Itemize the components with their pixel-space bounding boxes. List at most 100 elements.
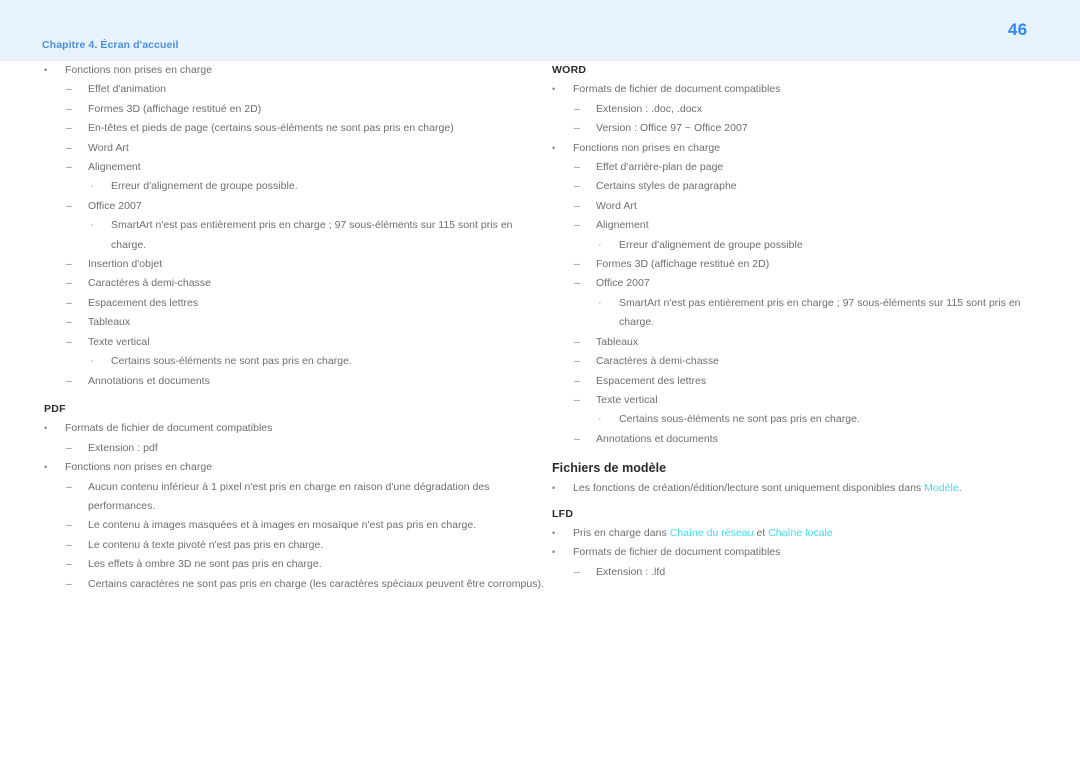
dash-marker: – bbox=[66, 141, 72, 154]
dash-marker: – bbox=[66, 335, 72, 348]
list-item: • Fonctions non prises en charge bbox=[44, 61, 544, 80]
dash-marker: – bbox=[574, 199, 580, 212]
dash-marker: – bbox=[66, 374, 72, 387]
list-item-label: Office 2007 bbox=[88, 199, 142, 212]
list-item-label: Certains caractères ne sont pas pris en … bbox=[88, 577, 544, 590]
list-item: – Texte vertical bbox=[552, 391, 1052, 410]
page-number: 46 bbox=[1008, 20, 1028, 39]
bullet-marker: • bbox=[552, 84, 556, 95]
dash-marker: – bbox=[574, 432, 580, 445]
page-header-band: Chapitre 4. Écran d'accueil 46 bbox=[0, 0, 1080, 61]
list-item-label: Espacement des lettres bbox=[88, 296, 199, 309]
list-item: – Formes 3D (affichage restitué en 2D) bbox=[44, 100, 544, 119]
list-item-label: Effet d'animation bbox=[88, 83, 167, 96]
list-item-label: Les effets à ombre 3D ne sont pas pris e… bbox=[88, 558, 322, 571]
list-item-label: En-têtes et pieds de page (certains sous… bbox=[88, 122, 454, 135]
bullet-marker: • bbox=[44, 423, 48, 434]
lfd-highlight-chaine-du-reseau: Chaîne du réseau bbox=[669, 526, 754, 539]
dash-marker: – bbox=[66, 441, 72, 454]
section-heading-fichiers-de-modele: Fichiers de modèle bbox=[552, 461, 667, 476]
list-item-label: Fonctions non prises en charge bbox=[65, 64, 213, 76]
left-column: • Fonctions non prises en charge – Effet d'… bbox=[44, 61, 544, 594]
dash-marker: – bbox=[66, 161, 72, 174]
list-item: – Le contenu à texte pivoté n'est pas pri… bbox=[44, 536, 544, 555]
list-item: – Espacement des lettres bbox=[44, 294, 544, 313]
page-content: • Fonctions non prises en charge – Effet d'… bbox=[0, 61, 1080, 763]
word-section-list: • Formats de fichier de document compatib… bbox=[552, 80, 1052, 449]
list-item-label: Erreur d'alignement de groupe possible. bbox=[111, 180, 298, 193]
dash-marker: – bbox=[66, 102, 72, 115]
dash-marker: – bbox=[574, 374, 580, 387]
list-item-label: Formats de fichier de document compatibl… bbox=[65, 422, 273, 435]
list-item-label: Fonctions non prises en charge bbox=[573, 141, 721, 154]
template-text-suffix: . bbox=[958, 482, 962, 495]
list-item-label: Le contenu à texte pivoté n'est pas pris… bbox=[88, 538, 324, 551]
list-item: · Erreur d'alignement de groupe possible. bbox=[44, 177, 544, 196]
list-item-label: Formats de fichier de document compatibl… bbox=[573, 83, 781, 96]
list-item: – Effet d'animation bbox=[44, 80, 544, 99]
right-column: WORD • Formats de fichier de document com… bbox=[552, 61, 1052, 582]
section-heading-pdf: PDF bbox=[44, 402, 66, 415]
dash-marker: – bbox=[574, 122, 580, 135]
list-item: · Certains sous-éléments ne sont pas pris… bbox=[552, 410, 1052, 429]
dash-marker: – bbox=[574, 355, 580, 368]
section-heading-lfd: LFD bbox=[552, 507, 574, 520]
list-item-label: Formes 3D (affichage restitué en 2D) bbox=[596, 258, 770, 271]
lfd-extension-label: Extension : .lfd bbox=[596, 565, 666, 578]
list-item-label: Annotations et documents bbox=[596, 432, 718, 445]
dash-marker: – bbox=[66, 480, 72, 493]
list-item: – Le contenu à images masquées et à image… bbox=[44, 516, 544, 535]
list-item: • Formats de fichier de document compatib… bbox=[44, 419, 544, 438]
list-item: – Les effets à ombre 3D ne sont pas pris … bbox=[44, 555, 544, 574]
list-item-label: Erreur d'alignement de groupe possible bbox=[619, 238, 803, 251]
dash-marker: – bbox=[66, 316, 72, 329]
dash-marker: – bbox=[574, 258, 580, 271]
list-item: – En-têtes et pieds de page (certains sou… bbox=[44, 119, 544, 138]
list-item: · Erreur d'alignement de groupe possible bbox=[552, 236, 1052, 255]
list-item: • Formats de fichier de document compati… bbox=[552, 543, 1052, 562]
list-item-label: Texte vertical bbox=[88, 335, 150, 348]
list-item: • Formats de fichier de document compatib… bbox=[552, 80, 1052, 99]
list-item: – Extension : pdf bbox=[44, 439, 544, 458]
pdf-section-list: • Formats de fichier de document compatib… bbox=[44, 419, 544, 594]
section-heading-word: WORD bbox=[552, 64, 587, 76]
list-item-label: Caractères à demi-chasse bbox=[596, 355, 720, 368]
list-item-label: Formes 3D (affichage restitué en 2D) bbox=[88, 102, 262, 115]
list-item-label: Texte vertical bbox=[596, 393, 658, 406]
dash-marker: – bbox=[574, 219, 580, 232]
lfd-supported-text: Pris en charge dans Chaîne du réseau et … bbox=[573, 527, 833, 539]
list-item-label: Alignement bbox=[596, 219, 649, 232]
list-item: • Fonctions non prises en charge bbox=[552, 139, 1052, 158]
list-item: – Office 2007 bbox=[552, 274, 1052, 293]
lfd-supported-prefix: Pris en charge dans bbox=[573, 526, 670, 539]
list-item-label: Annotations et documents bbox=[88, 374, 210, 387]
list-item-label: Caractères à demi-chasse bbox=[88, 277, 212, 290]
list-item-label: Aucun contenu inférieur à 1 pixel n'est … bbox=[88, 480, 490, 512]
list-item: · Certains sous-éléments ne sont pas pris… bbox=[44, 352, 544, 371]
list-item: – Effet d'arrière-plan de page bbox=[552, 158, 1052, 177]
list-item-label: Word Art bbox=[596, 199, 637, 212]
chapter-label: Chapitre 4. Écran d'accueil bbox=[42, 39, 179, 51]
lfd-supported-middle: et bbox=[753, 526, 769, 539]
list-item: – Word Art bbox=[44, 139, 544, 158]
list-item-label: Fonctions non prises en charge bbox=[65, 461, 213, 474]
template-text-prefix: Les fonctions de création/édition/lectur… bbox=[573, 482, 925, 495]
list-item: – Office 2007 bbox=[44, 197, 544, 216]
list-item-label: Tableaux bbox=[88, 316, 131, 329]
list-item-label: Certains sous-éléments ne sont pas pris … bbox=[619, 413, 860, 426]
middot-marker: · bbox=[598, 296, 602, 309]
dash-marker: – bbox=[66, 558, 72, 571]
bullet-marker: • bbox=[44, 65, 48, 75]
list-item: – Version : Office 97 ~ Office 2007 bbox=[552, 119, 1052, 138]
list-item: • Les fonctions de création/édition/lect… bbox=[552, 479, 1052, 498]
list-item-label: Insertion d'objet bbox=[88, 258, 163, 271]
dash-marker: – bbox=[574, 161, 580, 174]
dash-marker: – bbox=[574, 335, 580, 348]
dash-marker: – bbox=[574, 180, 580, 193]
list-item: – Annotations et documents bbox=[552, 430, 1052, 449]
list-item: – Tableaux bbox=[44, 313, 544, 332]
template-section-text: Les fonctions de création/édition/lectur… bbox=[573, 482, 962, 494]
list-item-label: Alignement bbox=[88, 161, 141, 174]
list-item: – Alignement bbox=[44, 158, 544, 177]
list-item: – Word Art bbox=[552, 197, 1052, 216]
